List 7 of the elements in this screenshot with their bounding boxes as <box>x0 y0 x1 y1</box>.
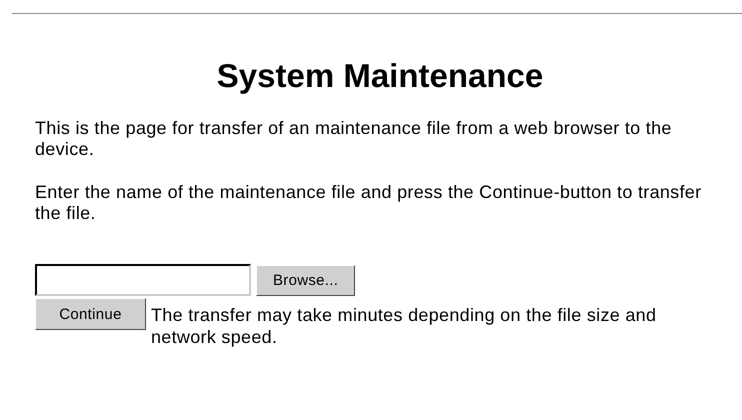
browse-button[interactable]: Browse... <box>256 264 356 296</box>
paragraph: Enter the name of the maintenance file and press the Continue-button to transfer the file. <box>35 182 702 224</box>
file-path-field[interactable] <box>35 264 251 296</box>
paragraph: This is the page for transfer of an maintenance file from a web browser to the device. <box>35 118 673 160</box>
transfer-note: The transfer may take minutes depending on the file size and network speed. <box>151 304 658 348</box>
page-title: System Maintenance <box>216 56 544 96</box>
continue-button[interactable]: Continue <box>35 298 146 330</box>
